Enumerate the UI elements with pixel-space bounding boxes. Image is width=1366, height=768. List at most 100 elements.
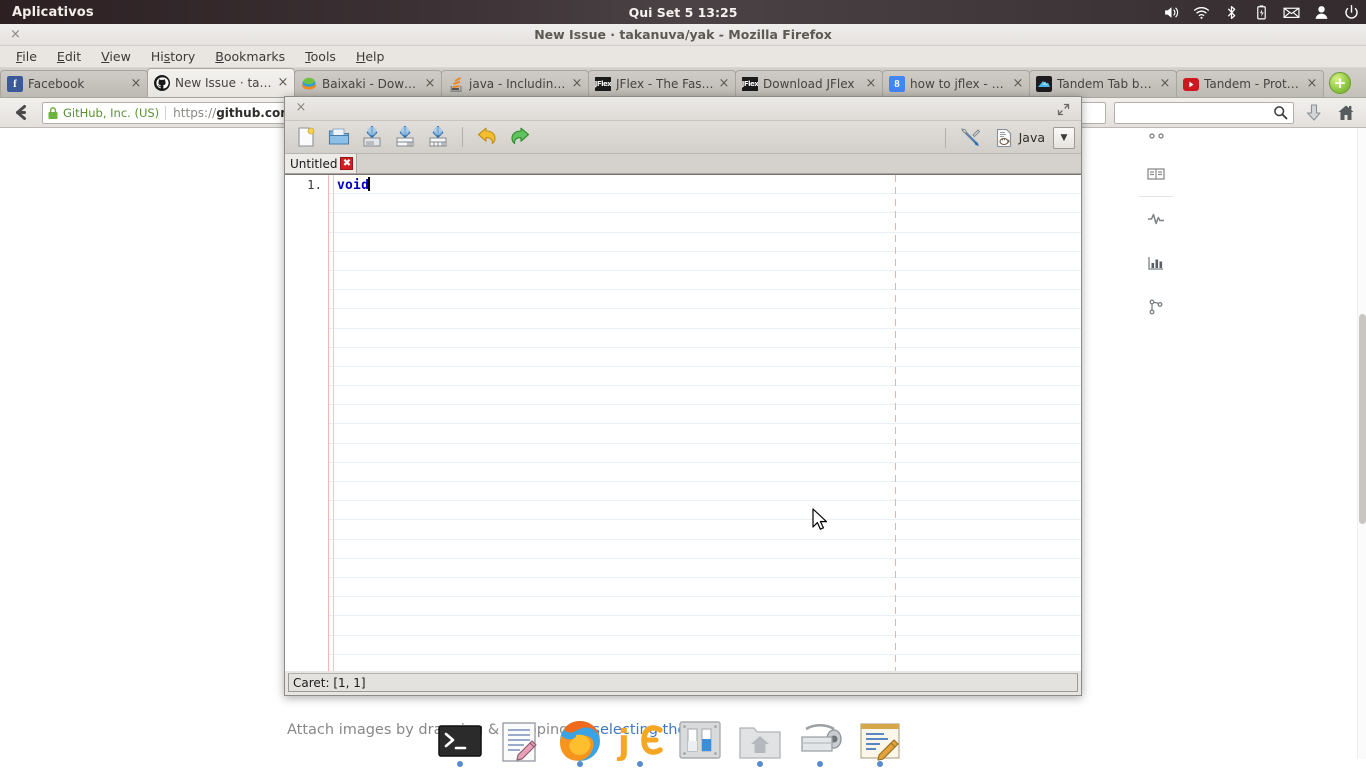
- tab-strip: fFacebook×New Issue · taka...×Baixaki - …: [0, 68, 1366, 98]
- toolbar-separator-2: [944, 127, 946, 148]
- menu-item-help[interactable]: Help: [348, 47, 393, 66]
- tab-label: Tandem Tab by ...: [1057, 77, 1155, 91]
- user-icon[interactable]: [1313, 4, 1330, 21]
- scrollbar-thumb[interactable]: [1359, 314, 1366, 524]
- tab-close-icon[interactable]: ×: [570, 77, 584, 90]
- running-indicator: [877, 761, 883, 767]
- dock-item-jedit[interactable]: j: [612, 714, 668, 768]
- menu-item-view[interactable]: View: [93, 47, 139, 66]
- browser-tab-5[interactable]: JFlex Download JFlex ×: [735, 70, 883, 97]
- new-file-icon[interactable]: [291, 123, 321, 151]
- stackoverflow-icon: [448, 76, 464, 92]
- tab-close-icon[interactable]: ×: [1158, 77, 1172, 90]
- graphs-icon[interactable]: [1136, 241, 1176, 285]
- toolbar-right-group: Java ▼: [939, 121, 1075, 154]
- browser-tab-6[interactable]: 8 how to jflex - Pe... ×: [882, 70, 1030, 97]
- menu-item-tools[interactable]: Tools: [297, 47, 344, 66]
- unity-top-panel: Aplicativos Qui Set 5 13:25: [0, 0, 1366, 24]
- dock-item-notes[interactable]: [852, 714, 908, 768]
- repo-sidebar-icons: [1136, 128, 1176, 329]
- tab-close-icon[interactable]: ×: [717, 77, 731, 90]
- wifi-icon[interactable]: [1193, 4, 1210, 21]
- toolbar-separator: [462, 127, 463, 147]
- browser-tab-1[interactable]: New Issue · taka...×: [147, 68, 295, 97]
- menu-item-file[interactable]: File: [8, 47, 45, 66]
- browser-tab-2[interactable]: Baixaki - Downlo...×: [294, 70, 442, 97]
- menu-item-bookmarks[interactable]: Bookmarks: [207, 47, 293, 66]
- editor-line-row: [285, 194, 1081, 214]
- editor-line-row: [285, 501, 1081, 521]
- editor-status-bar: Caret: [1, 1]: [288, 673, 1078, 692]
- dock-item-text-editor[interactable]: [492, 714, 548, 768]
- buffer-tab-close-icon[interactable]: ✖: [340, 157, 354, 170]
- mail-icon[interactable]: [1283, 4, 1300, 21]
- dock-item-scanner[interactable]: [792, 714, 848, 768]
- downloads-button[interactable]: [1302, 101, 1326, 125]
- page-scrollbar[interactable]: [1357, 128, 1366, 759]
- editor-line-row: [285, 213, 1081, 233]
- applications-menu[interactable]: Aplicativos: [12, 5, 94, 20]
- volume-icon[interactable]: [1163, 4, 1180, 21]
- svg-text:j: j: [616, 723, 630, 763]
- buffer-mode-indicator[interactable]: Java: [990, 128, 1049, 148]
- pulse-icon[interactable]: [1136, 197, 1176, 241]
- tandem-icon: [1036, 76, 1052, 92]
- open-file-icon[interactable]: [324, 123, 354, 151]
- tab-label: Baixaki - Downlo...: [322, 77, 420, 91]
- editor-gutter-guide: [333, 175, 334, 671]
- pulls-icon[interactable]: [1136, 128, 1176, 152]
- dock-item-settings[interactable]: [672, 714, 728, 768]
- save-all-icon[interactable]: [423, 123, 453, 151]
- editor-text-area[interactable]: 1. void: [285, 174, 1081, 671]
- battery-icon[interactable]: [1253, 4, 1270, 21]
- buffer-tab-untitled[interactable]: Untitled ✖: [285, 154, 358, 173]
- editor-line-row: [285, 329, 1081, 348]
- dock-item-firefox[interactable]: [552, 714, 608, 768]
- editor-code-text: void: [337, 177, 370, 193]
- tab-close-icon[interactable]: ×: [276, 76, 290, 89]
- browser-tab-0[interactable]: f Facebook ×: [0, 70, 148, 97]
- menu-bar: File Edit View History Bookmarks Tools Help: [0, 46, 1366, 68]
- save-icon[interactable]: [357, 123, 387, 151]
- browser-tab-7[interactable]: Tandem Tab by ... ×: [1029, 70, 1177, 97]
- back-button[interactable]: [8, 102, 34, 124]
- browser-tab-3[interactable]: java - Including ... ×: [441, 70, 589, 97]
- dock-item-terminal[interactable]: [432, 714, 488, 768]
- network-icon[interactable]: [1136, 285, 1176, 329]
- new-tab-button[interactable]: +: [1329, 72, 1351, 94]
- menu-item-history[interactable]: History: [143, 47, 203, 66]
- redo-icon[interactable]: [505, 123, 535, 151]
- home-button[interactable]: [1334, 101, 1358, 125]
- text-caret: [368, 177, 370, 191]
- menu-item-edit[interactable]: Edit: [49, 47, 89, 66]
- system-tray: [1163, 0, 1360, 24]
- tab-close-icon[interactable]: ×: [864, 77, 878, 90]
- panel-clock[interactable]: Qui Set 5 13:25: [0, 5, 1366, 20]
- editor-close-button[interactable]: ×: [294, 101, 308, 115]
- editor-line-row: [285, 559, 1081, 578]
- site-identity-block[interactable]: GitHub, Inc. (US): [47, 105, 167, 120]
- undo-icon[interactable]: [472, 123, 502, 151]
- baixaki-icon: [301, 76, 317, 92]
- tab-close-icon[interactable]: ×: [129, 77, 143, 90]
- browser-tab-8[interactable]: Tandem - Protes... ×: [1176, 70, 1324, 97]
- browser-tab-4[interactable]: JFlex JFlex - The Fast S...×: [588, 70, 736, 97]
- bluetooth-icon[interactable]: [1223, 4, 1240, 21]
- dock-item-home-folder[interactable]: [732, 714, 788, 768]
- power-icon[interactable]: [1343, 4, 1360, 21]
- editor-line-row: [285, 616, 1081, 636]
- tab-label: Facebook: [28, 77, 85, 91]
- search-bar[interactable]: [1114, 101, 1294, 124]
- wiki-icon[interactable]: [1136, 152, 1176, 196]
- mode-dropdown-button[interactable]: ▼: [1053, 126, 1075, 149]
- tab-close-icon[interactable]: ×: [1305, 77, 1319, 90]
- editor-line-row: [285, 271, 1081, 291]
- tab-close-icon[interactable]: ×: [423, 77, 437, 90]
- tools-icon[interactable]: [956, 124, 986, 152]
- editor-line-row: [285, 252, 1081, 271]
- editor-line-row: [285, 655, 1081, 671]
- tab-close-icon[interactable]: ×: [1011, 77, 1025, 90]
- maximize-icon[interactable]: [1057, 101, 1071, 116]
- code-keyword: void: [337, 178, 370, 193]
- save-as-icon[interactable]: [390, 123, 420, 151]
